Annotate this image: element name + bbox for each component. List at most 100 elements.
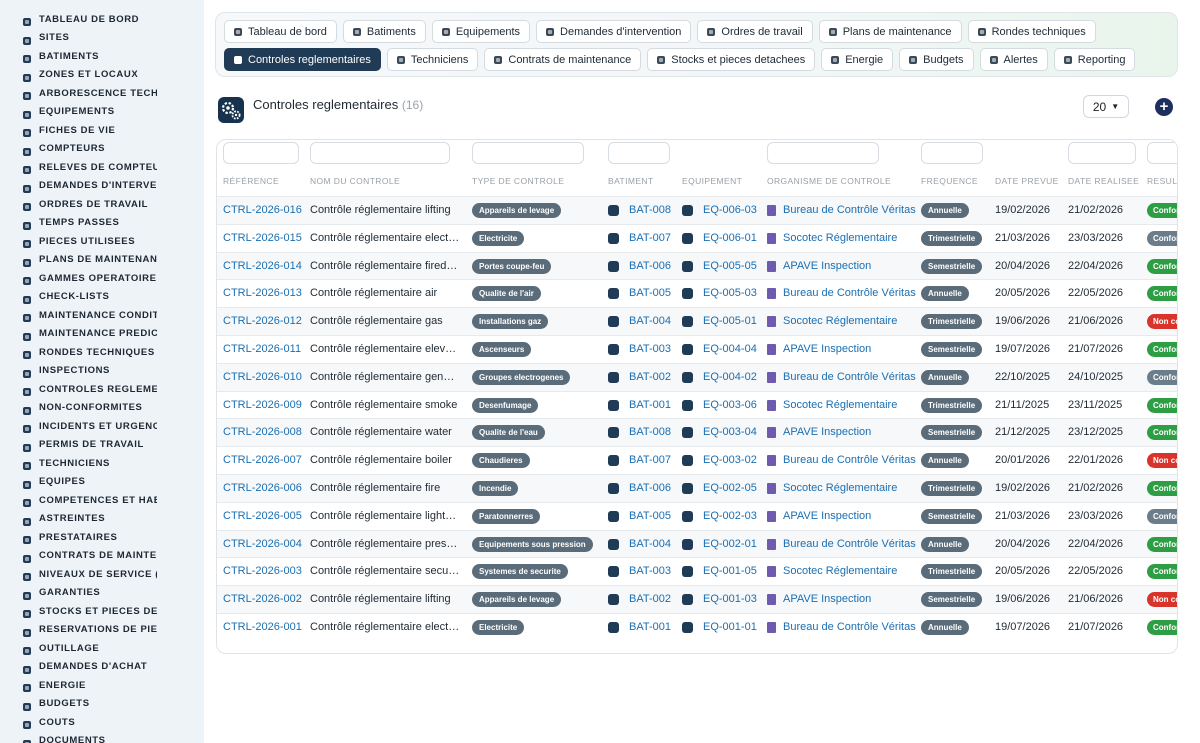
- building-link[interactable]: BAT-007: [629, 454, 671, 466]
- reference-link[interactable]: CTRL-2026-003: [223, 565, 302, 577]
- table-row[interactable]: CTRL-2026-016 Contrôle réglementaire lift…: [217, 196, 1177, 224]
- filter-input-col-4[interactable]: [608, 142, 670, 164]
- reference-link[interactable]: CTRL-2026-015: [223, 232, 302, 244]
- table-row[interactable]: CTRL-2026-003 Contrôle réglementaire secu…: [217, 557, 1177, 585]
- building-link[interactable]: BAT-008: [629, 426, 671, 438]
- organization-link[interactable]: APAVE Inspection: [783, 260, 871, 272]
- column-header-9[interactable]: DATE REALISEE: [1068, 176, 1139, 186]
- organization-link[interactable]: Bureau de Contrôle Véritas: [783, 454, 916, 466]
- sidebar-item-check-lists[interactable]: CHECK-LISTS: [0, 288, 204, 307]
- sidebar-item-plans-de-maintenance[interactable]: PLANS DE MAINTENANCE: [0, 251, 204, 270]
- equipment-link[interactable]: EQ-002-05: [703, 482, 757, 494]
- sidebar-item-stocks-et-pieces-detachees[interactable]: STOCKS ET PIECES DETACHEES: [0, 602, 204, 621]
- equipment-link[interactable]: EQ-003-04: [703, 426, 757, 438]
- reference-link[interactable]: CTRL-2026-010: [223, 371, 302, 383]
- sidebar-item-demandes-d-intervention[interactable]: DEMANDES D'INTERVENTION: [0, 177, 204, 196]
- column-header-8[interactable]: DATE PREVUE: [995, 176, 1059, 186]
- equipment-link[interactable]: EQ-002-01: [703, 538, 757, 550]
- reference-link[interactable]: CTRL-2026-016: [223, 204, 302, 216]
- equipment-link[interactable]: EQ-006-01: [703, 232, 757, 244]
- sidebar-item-fiches-de-vie[interactable]: FICHES DE VIE: [0, 121, 204, 140]
- equipment-link[interactable]: EQ-001-03: [703, 593, 757, 605]
- equipment-link[interactable]: EQ-006-03: [703, 204, 757, 216]
- reference-link[interactable]: CTRL-2026-012: [223, 315, 302, 327]
- tab-rondes-techniques[interactable]: Rondes techniques: [967, 20, 1096, 43]
- filter-input-col-3[interactable]: [472, 142, 584, 164]
- sidebar-item-inspections[interactable]: INSPECTIONS: [0, 362, 204, 381]
- tab-contrats-de-maintenance[interactable]: Contrats de maintenance: [484, 48, 642, 71]
- table-row[interactable]: CTRL-2026-008 Contrôle réglementaire wate…: [217, 418, 1177, 447]
- reference-link[interactable]: CTRL-2026-008: [223, 426, 302, 438]
- tab-energie[interactable]: Energie: [821, 48, 894, 71]
- equipment-link[interactable]: EQ-001-01: [703, 621, 757, 633]
- table-row[interactable]: CTRL-2026-005 Contrôle réglementaire ligh…: [217, 501, 1177, 530]
- sidebar-item-contrats-de-maintenance[interactable]: CONTRATS DE MAINTENANCE: [0, 547, 204, 566]
- sidebar-item-energie[interactable]: ENERGIE: [0, 676, 204, 695]
- column-header-2[interactable]: NOM DU CONTROLE: [310, 176, 400, 186]
- table-row[interactable]: CTRL-2026-007 Contrôle réglementaire boil…: [217, 446, 1177, 474]
- building-link[interactable]: BAT-002: [629, 371, 671, 383]
- building-link[interactable]: BAT-003: [629, 343, 671, 355]
- organization-link[interactable]: APAVE Inspection: [783, 593, 871, 605]
- building-link[interactable]: BAT-001: [629, 621, 671, 633]
- sidebar-item-prestataires[interactable]: PRESTATAIRES: [0, 528, 204, 547]
- reference-link[interactable]: CTRL-2026-005: [223, 510, 302, 522]
- sidebar-item-sites[interactable]: SITES: [0, 29, 204, 48]
- sidebar-item-equipements[interactable]: EQUIPEMENTS: [0, 103, 204, 122]
- equipment-link[interactable]: EQ-003-02: [703, 454, 757, 466]
- column-header-10[interactable]: RESULT: [1147, 176, 1177, 186]
- sidebar-item-zones-et-locaux[interactable]: ZONES ET LOCAUX: [0, 66, 204, 85]
- tab-reporting[interactable]: Reporting: [1053, 48, 1136, 71]
- sidebar-item-arborescence-technique[interactable]: ARBORESCENCE TECHNIQUE: [0, 84, 204, 103]
- building-link[interactable]: BAT-004: [629, 315, 671, 327]
- tab-demandes-d-intervention[interactable]: Demandes d'intervention: [536, 20, 692, 43]
- sidebar-item-niveaux-de-service-sla[interactable]: NIVEAUX DE SERVICE (SLA): [0, 565, 204, 584]
- organization-link[interactable]: Socotec Réglementaire: [783, 399, 897, 411]
- sidebar-item-incidents-et-urgences[interactable]: INCIDENTS ET URGENCES: [0, 417, 204, 436]
- organization-link[interactable]: APAVE Inspection: [783, 426, 871, 438]
- sidebar-item-equipes[interactable]: EQUIPES: [0, 473, 204, 492]
- sidebar-item-batiments[interactable]: BATIMENTS: [0, 47, 204, 66]
- table-row[interactable]: CTRL-2026-012 Contrôle réglementaire gas I…: [217, 307, 1177, 335]
- building-link[interactable]: BAT-002: [629, 593, 671, 605]
- tab-controles-reglementaires[interactable]: Controles reglementaires: [224, 48, 381, 71]
- organization-link[interactable]: Bureau de Contrôle Véritas: [783, 538, 916, 550]
- page-size-select[interactable]: 20 ▼: [1083, 95, 1129, 118]
- equipment-link[interactable]: EQ-003-06: [703, 399, 757, 411]
- building-link[interactable]: BAT-007: [629, 232, 671, 244]
- reference-link[interactable]: CTRL-2026-009: [223, 399, 302, 411]
- sidebar-item-ordres-de-travail[interactable]: ORDRES DE TRAVAIL: [0, 195, 204, 214]
- filter-input-col-1[interactable]: [223, 142, 299, 164]
- sidebar-item-outillage[interactable]: OUTILLAGE: [0, 639, 204, 658]
- equipment-link[interactable]: EQ-004-04: [703, 343, 757, 355]
- filter-input-col-2[interactable]: [310, 142, 450, 164]
- table-row[interactable]: CTRL-2026-013 Contrôle réglementaire air Q…: [217, 279, 1177, 307]
- sidebar-item-maintenance-conditionnelle[interactable]: MAINTENANCE CONDITIONNELLE: [0, 306, 204, 325]
- sidebar-item-releves-de-compteurs[interactable]: RELEVES DE COMPTEURS: [0, 158, 204, 177]
- filter-input-col-9[interactable]: [1068, 142, 1136, 164]
- building-link[interactable]: BAT-006: [629, 260, 671, 272]
- column-header-5[interactable]: EQUIPEMENT: [682, 176, 742, 186]
- organization-link[interactable]: APAVE Inspection: [783, 343, 871, 355]
- organization-link[interactable]: Bureau de Contrôle Véritas: [783, 204, 916, 216]
- equipment-link[interactable]: EQ-005-05: [703, 260, 757, 272]
- sidebar-item-documents[interactable]: DOCUMENTS: [0, 732, 204, 743]
- sidebar-item-rondes-techniques[interactable]: RONDES TECHNIQUES: [0, 343, 204, 362]
- building-link[interactable]: BAT-008: [629, 204, 671, 216]
- tab-equipements[interactable]: Equipements: [431, 20, 531, 43]
- sidebar-item-techniciens[interactable]: TECHNICIENS: [0, 454, 204, 473]
- reference-link[interactable]: CTRL-2026-001: [223, 621, 302, 633]
- organization-link[interactable]: APAVE Inspection: [783, 510, 871, 522]
- tab-stocks-et-pieces-detachees[interactable]: Stocks et pieces detachees: [647, 48, 816, 71]
- filter-input-col-7[interactable]: [921, 142, 983, 164]
- equipment-link[interactable]: EQ-001-05: [703, 565, 757, 577]
- tab-techniciens[interactable]: Techniciens: [386, 48, 479, 71]
- organization-link[interactable]: Socotec Réglementaire: [783, 482, 897, 494]
- reference-link[interactable]: CTRL-2026-004: [223, 538, 302, 550]
- building-link[interactable]: BAT-001: [629, 399, 671, 411]
- sidebar-item-budgets[interactable]: BUDGETS: [0, 695, 204, 714]
- reference-link[interactable]: CTRL-2026-007: [223, 454, 302, 466]
- organization-link[interactable]: Socotec Réglementaire: [783, 232, 897, 244]
- tab-plans-de-maintenance[interactable]: Plans de maintenance: [818, 20, 962, 43]
- tab-ordres-de-travail[interactable]: Ordres de travail: [697, 20, 813, 43]
